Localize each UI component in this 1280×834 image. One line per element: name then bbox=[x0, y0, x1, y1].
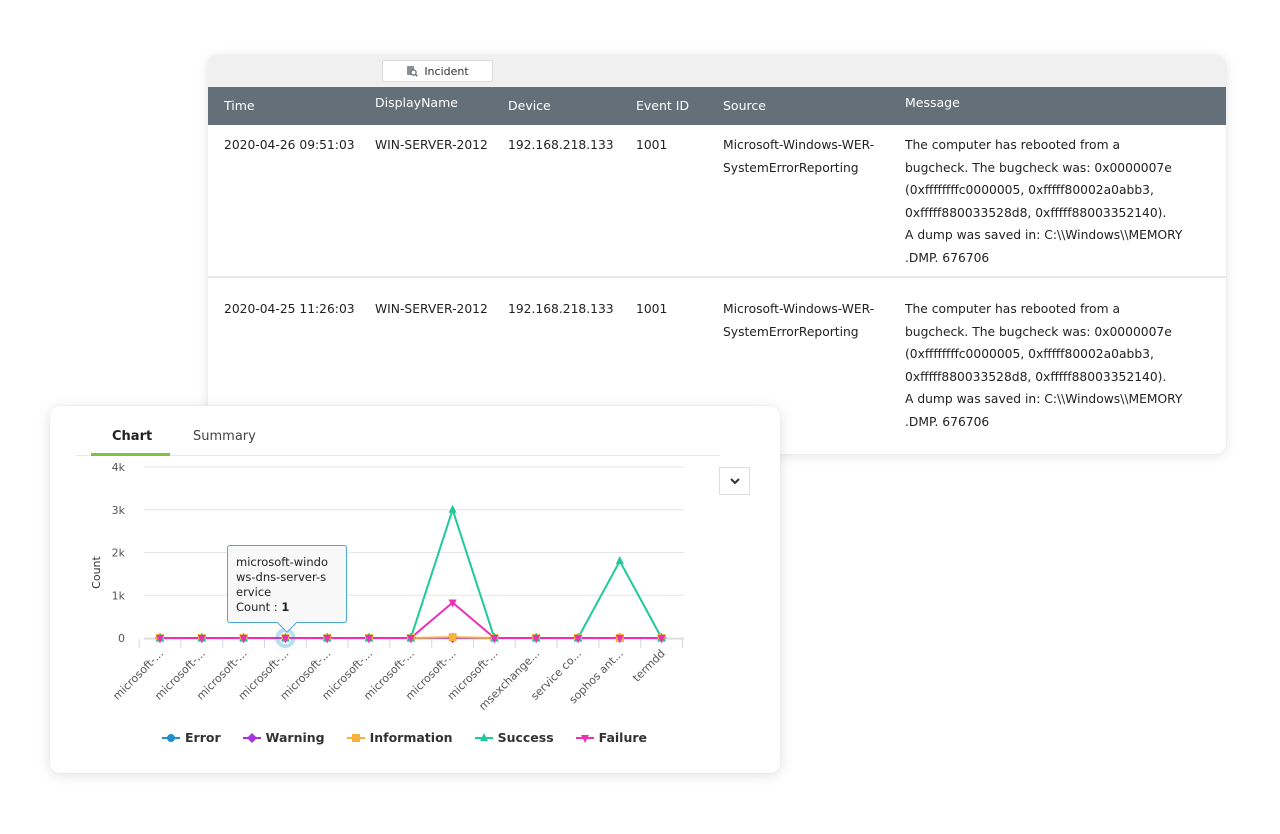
cell-message-line: A dump was saved in: C:\\Windows\\MEMORY bbox=[905, 228, 1183, 242]
tooltip-count-label: Count : bbox=[236, 600, 282, 614]
cell-event-id: 1001 bbox=[636, 302, 668, 316]
chart-legend: Error Warning Information Success Failure bbox=[162, 730, 647, 745]
square-marker-icon bbox=[346, 733, 365, 742]
cell-time: 2020-04-25 11:26:03 bbox=[224, 302, 355, 316]
column-header-event-id[interactable]: Event ID bbox=[636, 98, 689, 113]
incident-button-label: Incident bbox=[424, 64, 469, 78]
triangle-down-marker-icon bbox=[575, 734, 594, 743]
line-chart: 01k2k3k4kmicrosoft-...microsoft-...micro… bbox=[90, 461, 684, 713]
column-header-displayname[interactable]: DisplayName bbox=[375, 95, 458, 110]
cell-message-line: 0xfffff880033528d8, 0xfffff88003352140). bbox=[905, 369, 1167, 384]
y-tick-label: 0 bbox=[118, 632, 125, 645]
y-tick-label: 2k bbox=[112, 547, 126, 560]
cell-device: 192.168.218.133 bbox=[508, 302, 614, 316]
incident-search-icon bbox=[407, 66, 419, 77]
cell-source-line: SystemErrorReporting bbox=[723, 324, 859, 339]
legend-label: Information bbox=[369, 730, 453, 745]
legend-item-information[interactable]: Information bbox=[346, 730, 453, 745]
tooltip-count-value: 1 bbox=[281, 600, 290, 614]
table-row[interactable]: 2020-04-26 09:51:03 WIN-SERVER-2012 192.… bbox=[208, 125, 1226, 278]
legend-item-success[interactable]: Success bbox=[474, 730, 554, 745]
data-point-success[interactable] bbox=[448, 504, 457, 513]
legend-marker[interactable] bbox=[351, 733, 360, 742]
cell-message-line: A dump was saved in: C:\\Windows\\MEMORY bbox=[905, 392, 1183, 406]
data-point-failure[interactable] bbox=[448, 599, 457, 608]
y-tick-label: 4k bbox=[112, 461, 126, 474]
legend-label: Success bbox=[497, 730, 554, 745]
legend-label: Failure bbox=[598, 730, 648, 745]
legend-marker[interactable] bbox=[246, 732, 257, 743]
chart-card: Chart Summary 0 1k 2k 3k 4k microsoft-... micr… bbox=[50, 406, 780, 773]
legend-marker[interactable] bbox=[167, 733, 175, 742]
cell-source-line: SystemErrorReporting bbox=[723, 160, 859, 175]
cell-message-line: 0xfffff880033528d8, 0xfffff88003352140). bbox=[905, 205, 1167, 220]
cell-message-line: .DMP. 676706 bbox=[905, 414, 990, 429]
cell-message: The computer has rebooted from a bugchec… bbox=[905, 134, 1205, 269]
column-header-message[interactable]: Message bbox=[905, 95, 1205, 110]
incident-button[interactable]: Incident bbox=[382, 60, 493, 82]
cell-message-line: The computer has rebooted from a bbox=[905, 302, 1121, 316]
cell-message-line: bugcheck. The bugcheck was: 0x0000007e bbox=[905, 160, 1172, 175]
circle-marker-icon bbox=[162, 733, 180, 742]
column-header-device[interactable]: Device bbox=[508, 98, 551, 113]
y-tick-label: 1k bbox=[112, 589, 126, 602]
cell-message: The computer has rebooted from a bugchec… bbox=[905, 298, 1205, 433]
table-toolbar: Incident bbox=[208, 55, 1226, 87]
tooltip-category-line: ervice bbox=[236, 585, 272, 599]
column-header-source[interactable]: Source bbox=[723, 98, 893, 113]
cell-message-line: .DMP. 676706 bbox=[905, 250, 990, 265]
y-tick-label: 3k bbox=[112, 504, 126, 517]
cell-source-line: Microsoft-Windows-WER- bbox=[723, 138, 875, 152]
cell-device: 192.168.218.133 bbox=[508, 138, 614, 152]
events-table-card: Incident Time DisplayName Device Event I… bbox=[208, 55, 1226, 454]
cell-displayname: WIN-SERVER-2012 bbox=[375, 138, 488, 152]
legend-item-warning[interactable]: Warning bbox=[242, 730, 325, 745]
chart-tooltip: microsoft-windo ws-dns-server-s ervice C… bbox=[227, 545, 347, 633]
diamond-marker-icon bbox=[242, 732, 261, 743]
legend-label: Warning bbox=[265, 730, 325, 745]
data-point-information[interactable] bbox=[448, 633, 457, 642]
cell-source: Microsoft-Windows-WER- SystemErrorReport… bbox=[723, 134, 893, 179]
cell-message-line: (0xffffffffc0000005, 0xfffff80002a0abb3, bbox=[905, 347, 1154, 361]
cell-event-id: 1001 bbox=[636, 138, 668, 152]
cell-source-line: Microsoft-Windows-WER- bbox=[723, 302, 875, 316]
tooltip-category-line: microsoft-windo bbox=[236, 555, 328, 569]
legend-label: Error bbox=[185, 730, 221, 745]
column-header-time[interactable]: Time bbox=[224, 98, 255, 113]
cell-time: 2020-04-26 09:51:03 bbox=[224, 138, 355, 152]
table-header: Time DisplayName Device Event ID Source … bbox=[208, 87, 1226, 125]
cell-message-line: (0xffffffffc0000005, 0xfffff80002a0abb3, bbox=[905, 183, 1154, 197]
cell-message-line: The computer has rebooted from a bbox=[905, 138, 1121, 152]
cell-message-line: bugcheck. The bugcheck was: 0x0000007e bbox=[905, 324, 1172, 339]
tooltip-category-line: ws-dns-server-s bbox=[236, 570, 327, 584]
triangle-marker-icon bbox=[474, 732, 493, 741]
cell-source: Microsoft-Windows-WER- SystemErrorReport… bbox=[723, 298, 893, 343]
data-point-success[interactable] bbox=[615, 556, 624, 565]
x-tick-label: termdd bbox=[630, 647, 668, 685]
legend-item-error[interactable]: Error bbox=[162, 730, 221, 745]
legend-item-failure[interactable]: Failure bbox=[575, 730, 648, 745]
y-axis-label: Count bbox=[90, 555, 103, 588]
cell-displayname: WIN-SERVER-2012 bbox=[375, 302, 488, 316]
